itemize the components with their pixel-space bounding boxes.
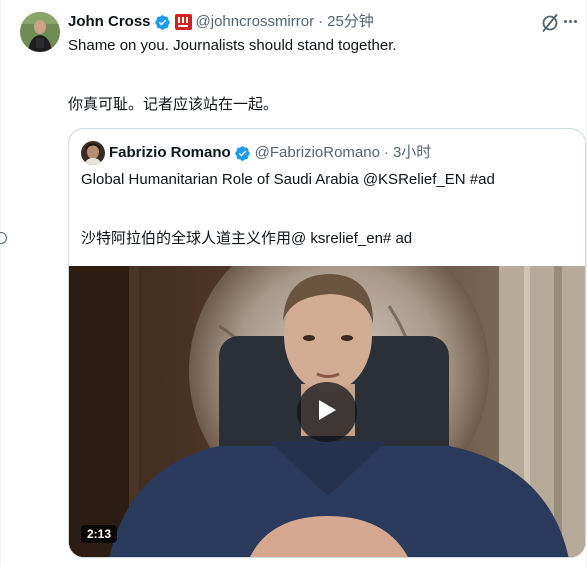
edge-circle-icon bbox=[0, 232, 7, 244]
separator-dot: · bbox=[383, 144, 389, 161]
quoted-text-line-2: 沙特阿拉伯的全球人道主义作用@ ksrelief_en# ad bbox=[81, 230, 413, 247]
play-button[interactable] bbox=[297, 382, 357, 442]
quoted-tweet-header: Fabrizio Romano @FabrizioRomano · 3小时 bbox=[109, 143, 431, 163]
tweet-text-line-2: 你真可耻。记者应该站在一起。 bbox=[68, 96, 279, 113]
video-duration: 2:13 bbox=[81, 525, 118, 543]
quoted-text-line-1: Global Humanitarian Role of Saudi Arabia… bbox=[81, 171, 495, 188]
author-handle[interactable]: @johncrossmirror bbox=[196, 12, 315, 32]
grok-icon[interactable] bbox=[539, 12, 561, 34]
tweet-text-line-1: Shame on you. Journalists should stand t… bbox=[68, 37, 397, 54]
verified-badge-icon bbox=[234, 145, 251, 162]
tweet-card[interactable]: John Cross @johncrossmirror · 25分钟 Shame… bbox=[0, 0, 587, 566]
separator-dot: · bbox=[318, 13, 324, 30]
quoted-author-handle[interactable]: @FabrizioRomano bbox=[255, 143, 380, 163]
play-icon bbox=[316, 398, 338, 427]
tweet-header: John Cross @johncrossmirror · 25分钟 bbox=[68, 12, 374, 32]
author-name[interactable]: John Cross bbox=[68, 12, 151, 32]
video-player[interactable]: 2:13 bbox=[69, 266, 585, 557]
more-options-icon[interactable] bbox=[564, 20, 577, 23]
mirror-affiliation-badge[interactable] bbox=[174, 14, 192, 30]
author-avatar[interactable] bbox=[20, 12, 60, 52]
tweet-timestamp[interactable]: 25分钟 bbox=[327, 12, 374, 32]
quoted-author-avatar[interactable] bbox=[81, 141, 105, 165]
quoted-tweet[interactable]: Fabrizio Romano @FabrizioRomano · 3小时 Gl… bbox=[68, 128, 586, 558]
quoted-author-name[interactable]: Fabrizio Romano bbox=[109, 143, 231, 163]
quoted-tweet-timestamp[interactable]: 3小时 bbox=[393, 143, 431, 163]
verified-badge-icon bbox=[154, 14, 171, 31]
